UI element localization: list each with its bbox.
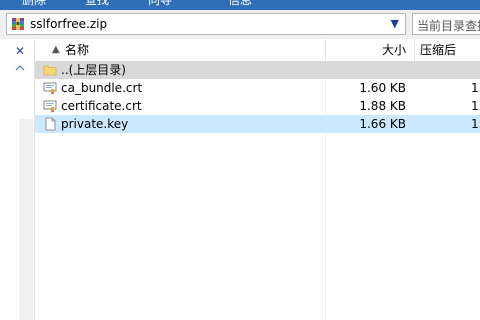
search-input[interactable]: 当前目录查找 xyxy=(412,13,480,35)
file-icon xyxy=(45,117,56,131)
scrollbar[interactable] xyxy=(19,119,33,320)
list-item[interactable]: certificate.crt 1.88 KB 1. xyxy=(35,97,480,115)
toolbar: 删除 查找 向导 信息 xyxy=(0,0,480,10)
chevron-down-icon[interactable]: ▼ xyxy=(391,17,399,30)
list-header: ▲ 名称 大小 压缩后 xyxy=(35,39,480,62)
certificate-icon xyxy=(43,100,57,113)
address-path: sslforfree.zip xyxy=(30,17,108,31)
toolbar-item-delete[interactable]: 删除 xyxy=(22,0,46,8)
archive-icon xyxy=(12,18,24,30)
toolbar-item-wizard[interactable]: 向导 xyxy=(148,0,172,8)
close-icon[interactable]: ✕ xyxy=(14,45,26,57)
list-item-parent[interactable]: ..(上层目录) xyxy=(35,61,480,79)
chevron-up-icon[interactable] xyxy=(14,63,26,75)
search-placeholder: 当前目录查找 xyxy=(417,19,480,33)
file-list: ▲ 名称 大小 压缩后 ..(上层目录) ca_bundle.crt 1.60 … xyxy=(35,39,480,320)
address-row: sslforfree.zip ▼ 当前目录查找 xyxy=(0,10,480,39)
column-header-name[interactable]: ▲ 名称 xyxy=(35,39,326,61)
folder-tree-pane: ✕ xyxy=(0,39,35,320)
toolbar-item-info[interactable]: 信息 xyxy=(228,0,252,8)
column-header-packed[interactable]: 压缩后 xyxy=(415,39,480,61)
certificate-icon xyxy=(43,82,57,95)
column-header-size[interactable]: 大小 xyxy=(326,39,415,61)
toolbar-item-find[interactable]: 查找 xyxy=(85,0,109,8)
list-item-selected[interactable]: private.key 1.66 KB 1. xyxy=(35,115,480,133)
folder-icon xyxy=(43,65,57,76)
sort-up-icon: ▲ xyxy=(52,44,60,55)
address-bar[interactable]: sslforfree.zip ▼ xyxy=(6,13,406,35)
list-item[interactable]: ca_bundle.crt 1.60 KB 1. xyxy=(35,79,480,97)
